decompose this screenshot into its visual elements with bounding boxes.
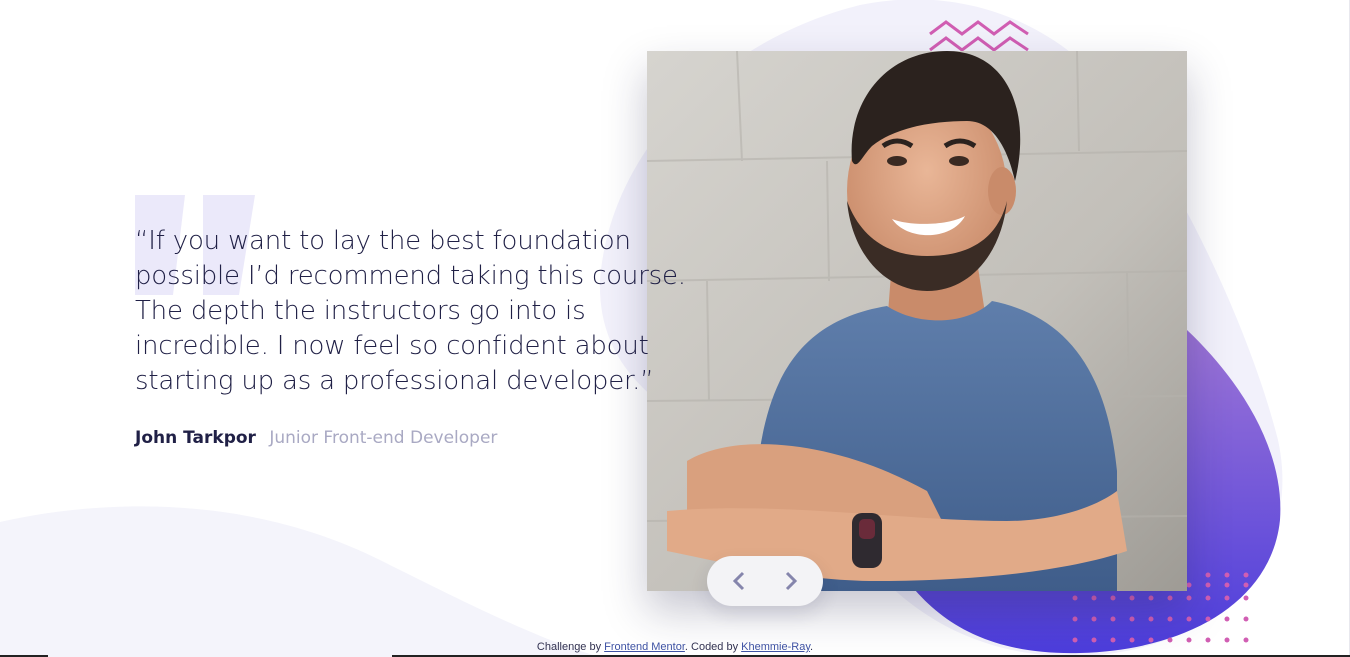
- frontend-mentor-link[interactable]: Frontend Mentor: [604, 641, 685, 653]
- attribution-prefix: Challenge by: [536, 641, 605, 653]
- author-link[interactable]: Khemmie-Ray: [741, 641, 810, 653]
- author-role: Junior Front-end Developer: [269, 428, 498, 448]
- attribution-suffix: .: [810, 641, 814, 653]
- portrait-image: [647, 51, 1187, 591]
- author-name: John Tarkpor: [135, 428, 256, 448]
- previous-button[interactable]: [727, 569, 751, 593]
- testimonial-quote: “If you want to lay the best foundation …: [135, 226, 686, 396]
- testimonial-author: John Tarkpor Junior Front-end Developer: [135, 428, 497, 448]
- attribution-middle: . Coded by: [684, 641, 742, 653]
- slider-navigation: [707, 556, 823, 606]
- chevron-left-icon: [732, 571, 745, 591]
- chevron-right-icon: [785, 571, 798, 591]
- testimonial-photo: [647, 51, 1187, 591]
- zigzag-pattern: [929, 20, 1029, 52]
- next-button[interactable]: [779, 569, 803, 593]
- attribution: Challenge by Frontend Mentor. Coded by K…: [0, 641, 1350, 653]
